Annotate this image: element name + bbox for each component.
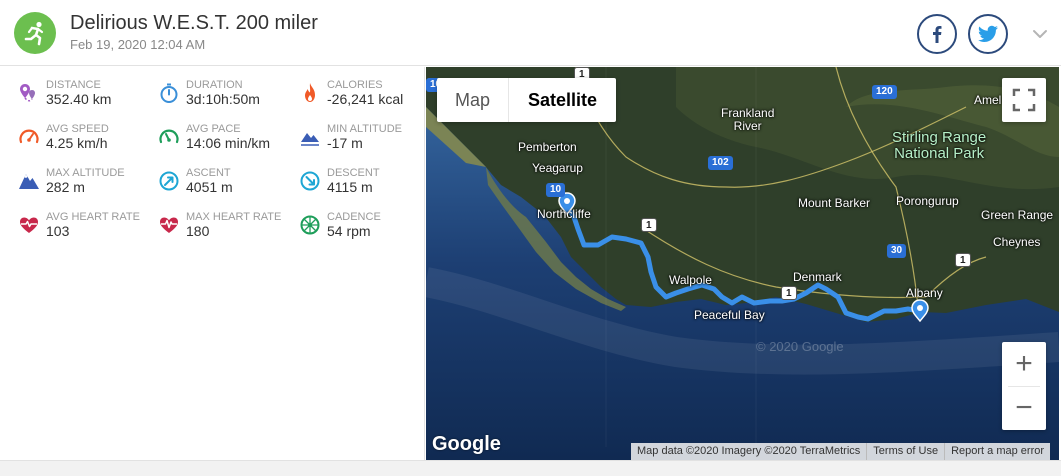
- stat-label: DISTANCE: [46, 79, 101, 91]
- map-label-walpole: Walpole: [669, 273, 712, 287]
- heart-rate-icon: [20, 217, 38, 233]
- map-type-control: Map Satellite: [437, 78, 617, 122]
- zoom-in-button[interactable]: +: [1002, 342, 1046, 386]
- stat-label: MAX ALTITUDE: [46, 167, 125, 179]
- map-attribution-bar: Map data ©2020 Imagery ©2020 TerraMetric…: [631, 443, 1051, 460]
- stat-avg-speed: AVG SPEED 4.25 km/h: [17, 123, 157, 163]
- mountain-high-icon: [19, 174, 39, 189]
- stopwatch-icon: [160, 83, 178, 103]
- stat-max-heart-rate: MAX HEART RATE 180: [157, 211, 297, 251]
- zoom-divider: [1008, 386, 1040, 387]
- stat-max-altitude: MAX ALTITUDE 282 m: [17, 167, 157, 207]
- zoom-out-button[interactable]: −: [1002, 386, 1046, 430]
- mountain-low-icon: [301, 133, 319, 146]
- activity-header: Delirious W.E.S.T. 200 miler Feb 19, 202…: [0, 0, 1061, 66]
- route-shield-102: 102: [708, 156, 733, 170]
- map-attribution: Map data ©2020 Imagery ©2020 TerraMetric…: [631, 443, 868, 460]
- activity-stats-panel: DISTANCE 352.40 km DURATION 3d:10h:50m C…: [0, 67, 425, 460]
- zoom-control: + −: [1002, 342, 1046, 430]
- stat-value: 282 m: [46, 179, 85, 195]
- descent-icon: [300, 171, 320, 191]
- route-shield-1: 1: [781, 286, 797, 300]
- stat-label: CALORIES: [327, 79, 383, 91]
- stat-cadence: CADENCE 54 rpm: [298, 211, 438, 251]
- map-label-northcliffe: Northcliffe: [537, 207, 591, 221]
- map-label-denmark: Denmark: [793, 270, 842, 284]
- fullscreen-icon: [1012, 88, 1036, 112]
- map-label-amelup: Amel: [974, 93, 1002, 107]
- stat-value: 54 rpm: [327, 223, 371, 239]
- stat-value: 180: [186, 223, 210, 239]
- activity-title: Delirious W.E.S.T. 200 miler: [70, 12, 318, 34]
- facebook-icon: [933, 26, 942, 43]
- route-shield-10: 10: [546, 183, 566, 197]
- report-map-error-link[interactable]: Report a map error: [945, 443, 1050, 460]
- map-type-map-button[interactable]: Map: [437, 78, 510, 122]
- map-type-satellite-button[interactable]: Satellite: [509, 78, 616, 122]
- stat-label: MIN ALTITUDE: [327, 123, 402, 135]
- stat-value: 4.25 km/h: [46, 135, 108, 151]
- stat-calories: CALORIES -26,241 kcal: [298, 79, 438, 119]
- twitter-share-button[interactable]: [968, 14, 1008, 54]
- route-shield-120: 120: [872, 85, 897, 99]
- footer-strip: [0, 460, 1061, 476]
- distance-pin-icon: [20, 84, 35, 102]
- map-label-frankland-river: Frankland River: [721, 106, 775, 133]
- map-label-peaceful-bay: Peaceful Bay: [694, 308, 765, 322]
- activity-date: Feb 19, 2020 12:04 AM: [70, 37, 206, 52]
- stat-value: -17 m: [327, 135, 363, 151]
- facebook-share-button[interactable]: [917, 14, 957, 54]
- stat-value: 4115 m: [327, 179, 373, 195]
- stat-value: 4051 m: [186, 179, 233, 195]
- map-label-green-range: Green Range: [981, 208, 1054, 222]
- twitter-icon: [978, 25, 998, 42]
- stat-value: 103: [46, 223, 70, 239]
- stat-distance: DISTANCE 352.40 km: [17, 79, 157, 119]
- route-map[interactable]: Pemberton Yeagarup Northcliffe Frankland…: [426, 67, 1059, 460]
- stat-label: CADENCE: [327, 211, 381, 223]
- pace-gauge-icon: [159, 129, 179, 144]
- stat-label: AVG PACE: [186, 123, 241, 135]
- map-label-stirling-range: Stirling Range National Park: [892, 129, 987, 162]
- route-shield-1: 1: [641, 218, 657, 232]
- map-label-albany: Albany: [906, 286, 943, 300]
- stat-value: 3d:10h:50m: [186, 91, 260, 107]
- stat-label: DURATION: [186, 79, 243, 91]
- stat-avg-pace: AVG PACE 14:06 min/km: [157, 123, 297, 163]
- stat-value: 14:06 min/km: [186, 135, 271, 151]
- map-label-pemberton: Pemberton: [518, 140, 577, 154]
- stat-value: -26,241 kcal: [327, 91, 404, 107]
- speedometer-icon: [19, 129, 39, 144]
- stat-label: DESCENT: [327, 167, 380, 179]
- map-watermark: © 2020 Google: [756, 339, 844, 354]
- heart-rate-max-icon: [160, 217, 178, 233]
- stat-value: 352.40 km: [46, 91, 112, 107]
- terms-of-use-link[interactable]: Terms of Use: [867, 443, 946, 460]
- stat-label: ASCENT: [186, 167, 231, 179]
- cadence-wheel-icon: [300, 215, 320, 235]
- map-label-yeagarup: Yeagarup: [532, 161, 583, 175]
- map-label-mount-barker: Mount Barker: [798, 196, 871, 210]
- map-label-porongurup: Porongurup: [896, 194, 959, 208]
- stat-avg-heart-rate: AVG HEART RATE 103: [17, 211, 157, 251]
- map-label-cheynes: Cheynes: [993, 235, 1041, 249]
- stat-descent: DESCENT 4115 m: [298, 167, 438, 207]
- chevron-down-icon[interactable]: [1030, 24, 1050, 44]
- stat-label: AVG SPEED: [46, 123, 109, 135]
- ascent-icon: [159, 171, 179, 191]
- route-shield-1: 1: [955, 253, 971, 267]
- running-activity-icon: [14, 12, 56, 54]
- google-logo: Google: [432, 433, 501, 455]
- stat-duration: DURATION 3d:10h:50m: [157, 79, 297, 119]
- stat-label: AVG HEART RATE: [46, 211, 140, 223]
- stat-ascent: ASCENT 4051 m: [157, 167, 297, 207]
- route-shield-30: 30: [887, 244, 907, 258]
- flame-icon: [305, 83, 315, 102]
- stat-min-altitude: MIN ALTITUDE -17 m: [298, 123, 438, 163]
- fullscreen-button[interactable]: [1002, 78, 1046, 122]
- stat-label: MAX HEART RATE: [186, 211, 282, 223]
